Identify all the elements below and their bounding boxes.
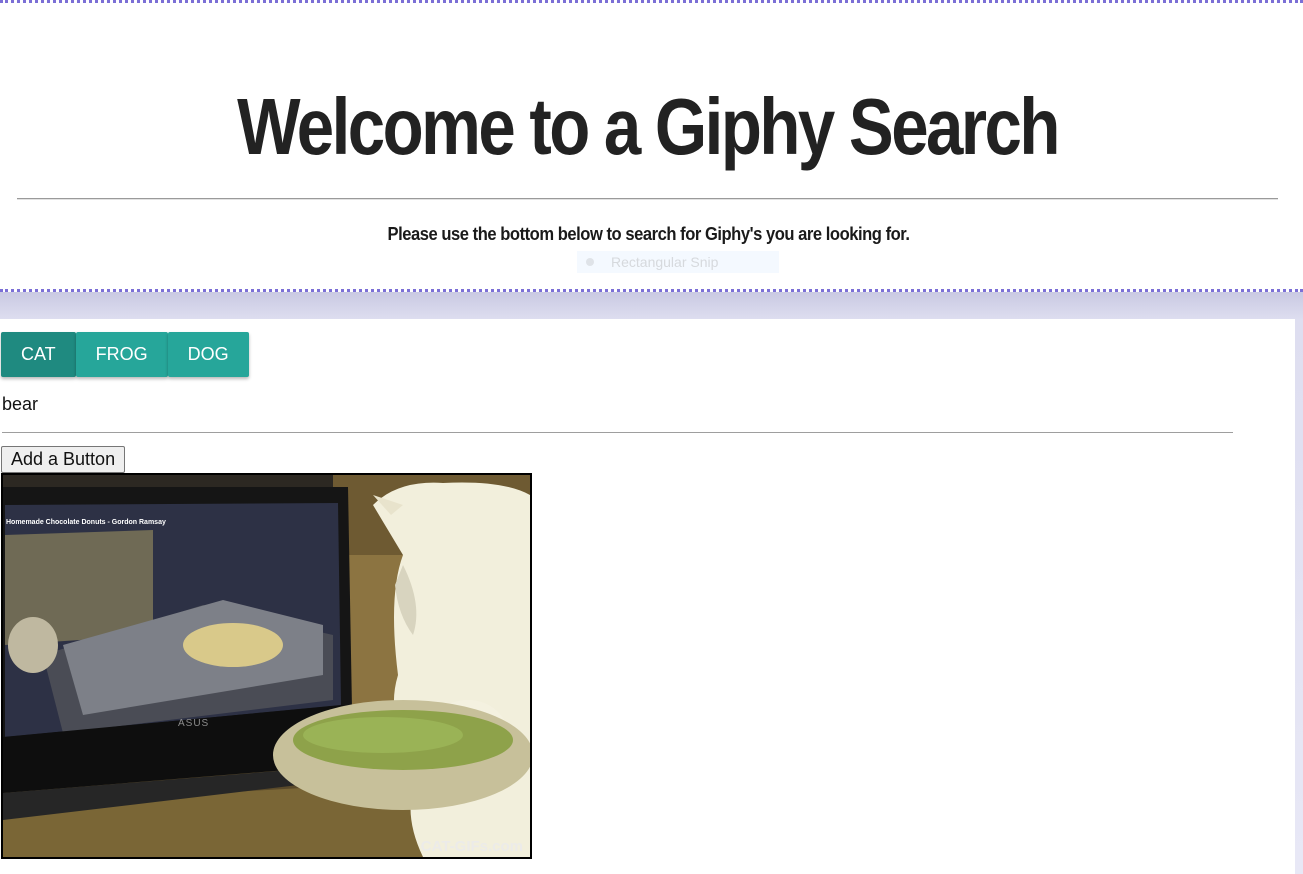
snip-dot-icon: [586, 258, 594, 266]
frog-button[interactable]: FROG: [75, 332, 168, 377]
dog-button[interactable]: DOG: [167, 332, 249, 377]
cat-button[interactable]: CAT: [1, 332, 76, 377]
video-title: Homemade Chocolate Donuts - Gordon Ramsa…: [6, 519, 166, 526]
header-divider: [17, 198, 1278, 200]
search-buttons: CAT FROG DOG: [1, 332, 249, 377]
search-input[interactable]: bear: [2, 394, 38, 415]
snip-tooltip-label: Rectangular Snip: [611, 254, 719, 270]
page-header: Welcome to a Giphy Search Please use the…: [0, 0, 1303, 292]
page-title: Welcome to a Giphy Search: [237, 82, 1060, 171]
input-underline: [2, 432, 1233, 433]
page-subtitle: Please use the bottom below to search fo…: [387, 224, 910, 244]
gif-watermark: CAT-GIFs.com: [420, 838, 523, 855]
gif-image: [3, 475, 530, 857]
gif-result[interactable]: Homemade Chocolate Donuts - Gordon Ramsa…: [1, 473, 532, 859]
laptop-brand: ASUS: [178, 718, 210, 729]
add-button[interactable]: Add a Button: [1, 446, 126, 473]
snip-tooltip: Rectangular Snip: [577, 251, 779, 273]
